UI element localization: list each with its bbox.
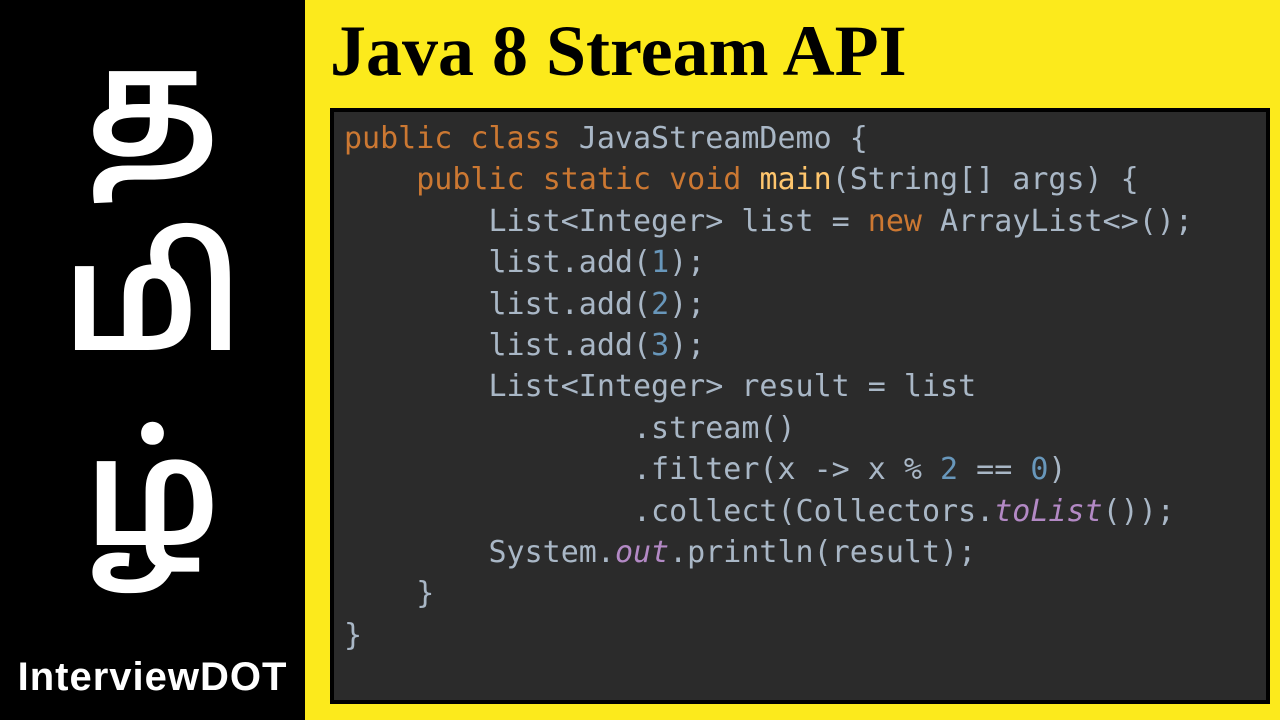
static-field: out: [615, 535, 669, 570]
method-params: (String[] args) {: [832, 162, 1139, 197]
code-text: .collect(Collectors.: [633, 494, 994, 529]
tamil-label: த மி ழ்: [63, 20, 243, 605]
code-text: );: [669, 328, 705, 363]
page-title: Java 8 Stream API: [330, 10, 907, 93]
code-text: ==: [958, 452, 1030, 487]
code-text: ): [1048, 452, 1066, 487]
brace-close: }: [344, 618, 362, 653]
sidebar: த மி ழ் InterviewDOT: [0, 0, 305, 720]
number-literal: 2: [940, 452, 958, 487]
code-text: System.: [489, 535, 615, 570]
code-text: list.add(: [489, 287, 652, 322]
brand-label: InterviewDOT: [18, 655, 288, 700]
tamil-char-1: த: [87, 20, 219, 215]
brace-close: }: [416, 576, 434, 611]
code-text: list.add(: [489, 328, 652, 363]
keyword-static: static: [543, 162, 651, 197]
number-literal: 0: [1030, 452, 1048, 487]
number-literal: 2: [651, 287, 669, 322]
static-method: toList: [994, 494, 1102, 529]
code-text: ArrayList<>();: [922, 204, 1193, 239]
code-text: );: [669, 245, 705, 280]
code-text: .filter(x -> x %: [633, 452, 940, 487]
code-text: List<Integer> list =: [489, 204, 868, 239]
method-main: main: [759, 162, 831, 197]
keyword-public: public: [344, 121, 452, 156]
code-text: List<Integer> result = list: [489, 369, 977, 404]
tamil-char-2: மி: [63, 215, 243, 410]
code-text: );: [669, 287, 705, 322]
code-text: ());: [1103, 494, 1175, 529]
code-text: list.add(: [489, 245, 652, 280]
keyword-class: class: [470, 121, 560, 156]
keyword-public: public: [416, 162, 524, 197]
keyword-void: void: [669, 162, 741, 197]
code-editor: public class JavaStreamDemo { public sta…: [330, 108, 1270, 704]
keyword-new: new: [868, 204, 922, 239]
code-text: .stream(): [633, 411, 796, 446]
class-name: JavaStreamDemo {: [579, 121, 868, 156]
number-literal: 1: [651, 245, 669, 280]
code-text: .println(result);: [669, 535, 976, 570]
tamil-char-3: ழ்: [84, 410, 220, 605]
number-literal: 3: [651, 328, 669, 363]
